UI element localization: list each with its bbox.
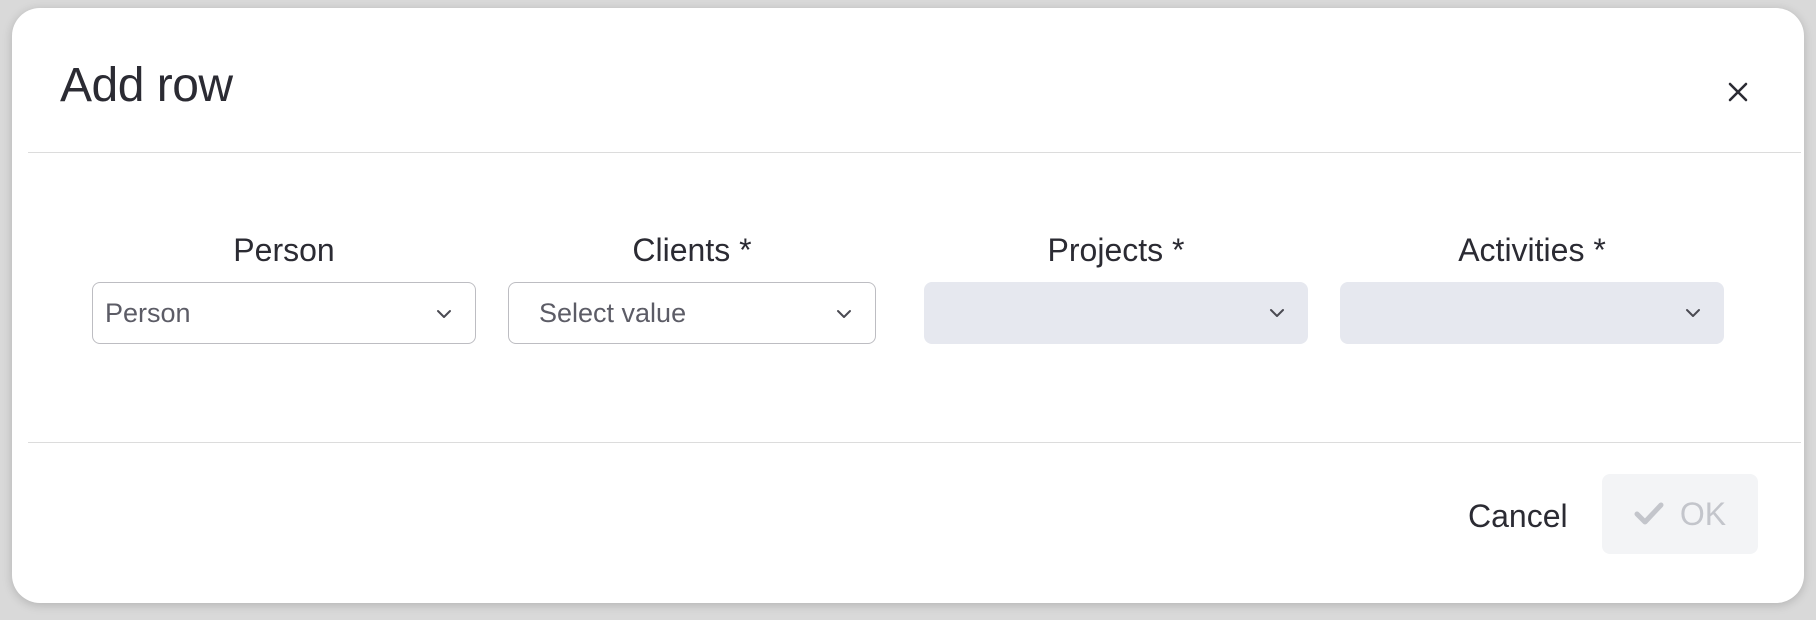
close-button[interactable] xyxy=(1720,74,1756,110)
ok-button-label: OK xyxy=(1679,495,1727,532)
dialog-title: Add row xyxy=(60,59,233,112)
chevron-down-icon xyxy=(1270,309,1284,317)
projects-select[interactable] xyxy=(924,282,1308,344)
cancel-button[interactable]: Cancel xyxy=(1456,492,1580,540)
chevron-down-icon xyxy=(1686,309,1700,317)
person-select[interactable]: Person xyxy=(92,282,476,344)
add-row-dialog: Add row Person Person Clients * Select v… xyxy=(12,8,1804,603)
clients-select-placeholder: Select value xyxy=(539,297,687,328)
person-label: Person xyxy=(233,232,335,268)
footer-divider xyxy=(28,442,1801,443)
clients-select[interactable]: Select value xyxy=(508,282,876,344)
projects-label: Projects * xyxy=(1047,232,1185,268)
ok-button[interactable]: OK xyxy=(1602,474,1758,554)
chevron-down-icon xyxy=(837,310,851,318)
person-select-value: Person xyxy=(105,297,191,328)
chevron-down-icon xyxy=(437,310,451,318)
clients-label: Clients * xyxy=(632,232,752,268)
close-icon xyxy=(1728,82,1748,102)
activities-select[interactable] xyxy=(1340,282,1724,344)
checkmark-icon xyxy=(1634,502,1664,525)
header-divider xyxy=(28,152,1801,153)
activities-label: Activities * xyxy=(1458,232,1606,268)
